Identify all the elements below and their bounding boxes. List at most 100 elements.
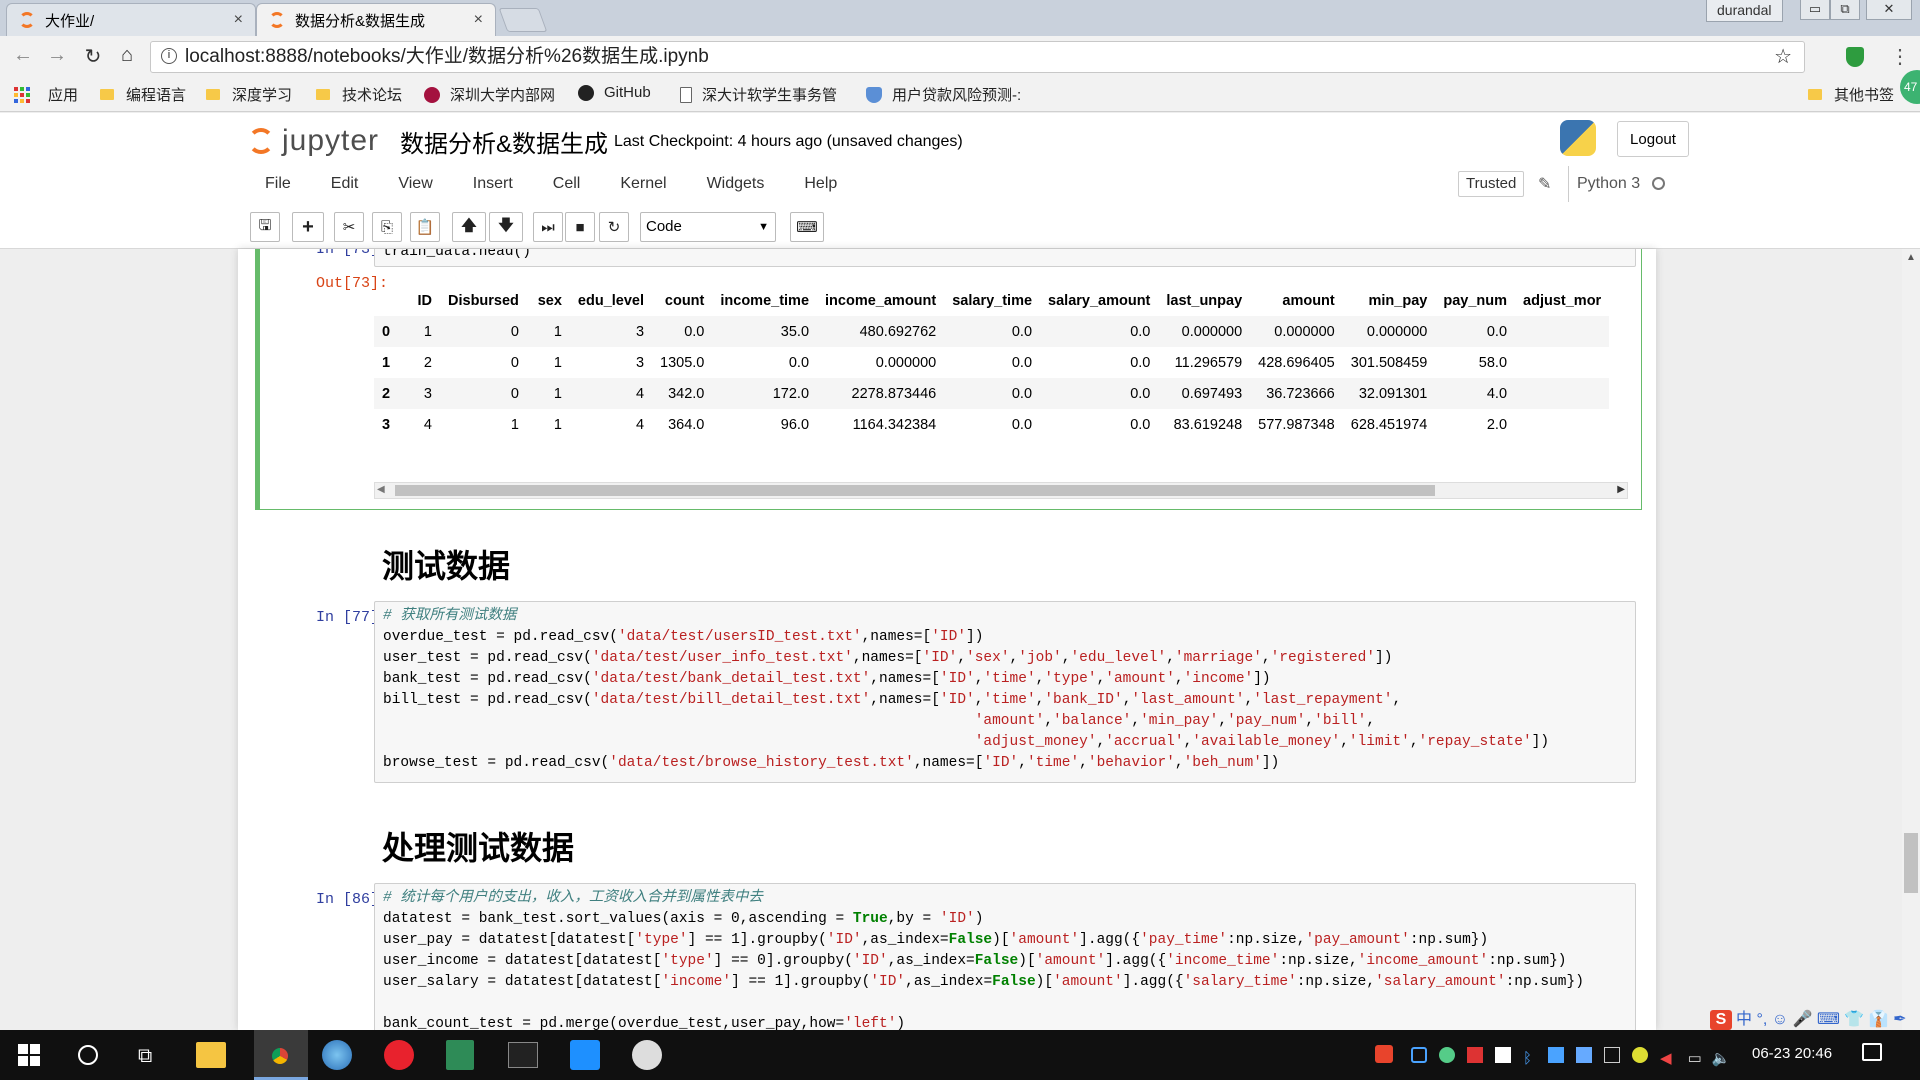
volume-icon[interactable]: 🔈 (1712, 1050, 1735, 1067)
logout-button[interactable]: Logout (1617, 121, 1689, 157)
table-cell: 0.000000 (1274, 323, 1335, 340)
restart-icon[interactable]: ↻ (599, 212, 629, 242)
cut-icon[interactable]: ✂ (334, 212, 364, 242)
chrome-icon[interactable] (264, 1040, 296, 1072)
page-scrollbar-thumb[interactable] (1904, 833, 1918, 893)
scroll-left-icon[interactable]: ◀ (377, 484, 385, 495)
save-icon[interactable]: 🖫 (250, 212, 280, 242)
scroll-up-icon[interactable]: ▲ (1906, 252, 1916, 263)
taskbar-clock[interactable]: 06-23 20:46 (1752, 1045, 1832, 1062)
bookmark-label: 应用 (48, 87, 79, 104)
table-cell: 1 (510, 416, 519, 433)
keyboard-icon[interactable]: ⌨ (790, 212, 824, 242)
column-header: ID (417, 292, 433, 309)
copy-icon[interactable]: ⎘ (372, 212, 402, 242)
update-tray-icon[interactable] (1632, 1047, 1649, 1063)
system-tray-icons[interactable]: ᛒ ◀ ▭ 🔈 (1375, 1045, 1734, 1067)
close-tab-icon[interactable]: × (474, 11, 483, 29)
page-scrollbar[interactable] (1902, 249, 1920, 1030)
chat-tray-icon[interactable] (1576, 1047, 1593, 1063)
netease-music-icon[interactable] (384, 1040, 414, 1070)
qq-tray-icon[interactable] (1548, 1047, 1565, 1063)
chevron-down-icon: ▼ (758, 221, 769, 233)
insert-cell-icon[interactable]: + (292, 212, 324, 242)
tab-dazuoye[interactable]: 大作业/ × (6, 3, 256, 36)
table-cell (1515, 409, 1609, 435)
scrollbar-thumb[interactable] (395, 485, 1435, 496)
tab-notebook[interactable]: 数据分析&数据生成 × (256, 3, 496, 36)
bookmark-star-icon[interactable]: ☆ (1774, 42, 1792, 72)
profile-button[interactable]: durandal (1706, 0, 1783, 22)
interrupt-icon[interactable]: ■ (565, 212, 595, 242)
cortana-search-icon[interactable] (78, 1045, 98, 1065)
table-cell: 3 (423, 385, 432, 402)
bookmark-deep-learning[interactable]: 深度学习 (206, 84, 292, 105)
bookmark-apps[interactable]: 应用 (14, 84, 78, 105)
notebook-container: In [73]: train_data.head() Out[73]: ID Di… (238, 249, 1656, 1030)
terminal-icon[interactable] (508, 1042, 538, 1068)
menu-view[interactable]: View (373, 166, 447, 202)
move-up-icon[interactable]: 🡅 (452, 212, 486, 242)
code-input[interactable]: train_data.head() (374, 249, 1636, 267)
windows-start-icon[interactable] (18, 1044, 40, 1066)
menu-file[interactable]: File (250, 166, 306, 202)
bookmark-others[interactable]: 其他书签 (1808, 84, 1894, 105)
new-tab-button[interactable] (498, 8, 548, 32)
antivirus-tray-icon[interactable] (1467, 1047, 1483, 1063)
bookmark-student-affairs[interactable]: 深大计软学生事务管 (680, 84, 837, 105)
bluetooth-icon[interactable]: ᛒ (1523, 1050, 1536, 1067)
close-tab-icon[interactable]: × (234, 11, 243, 29)
move-down-icon[interactable]: 🡇 (489, 212, 523, 242)
spreadsheet-app-icon[interactable] (446, 1040, 474, 1070)
menu-edit[interactable]: Edit (306, 166, 374, 202)
task-view-icon[interactable]: ⧉ (138, 1045, 152, 1068)
sogou-tray-icon[interactable] (1375, 1045, 1393, 1063)
file-explorer-icon[interactable] (196, 1042, 226, 1068)
bookmark-loan-risk[interactable]: 用户贷款风险预测-: (866, 84, 1021, 105)
cloud-tray-icon[interactable] (1411, 1047, 1427, 1063)
info-icon[interactable]: i (161, 48, 177, 64)
wechat-tray-icon[interactable] (1495, 1047, 1511, 1063)
menu-kernel[interactable]: Kernel (595, 166, 681, 202)
bookmark-programming[interactable]: 编程语言 (100, 84, 186, 105)
minimize-icon[interactable]: ▭ (1800, 0, 1830, 20)
bookmark-github[interactable]: GitHub (578, 84, 651, 101)
bookmark-tech-forum[interactable]: 技术论坛 (316, 84, 402, 105)
scroll-right-icon[interactable]: ▶ (1617, 484, 1625, 495)
menu-insert[interactable]: Insert (448, 166, 528, 202)
reload-icon[interactable]: ↻ (80, 44, 106, 69)
menu-help[interactable]: Help (779, 166, 852, 202)
restore-icon[interactable]: ⧉ (1830, 0, 1860, 20)
ime-toolbar[interactable]: S中 °, ☺ 🎤 ⌨ 👕 👔 ✒ (1710, 1005, 1907, 1030)
table-cell: 172.0 (772, 385, 810, 402)
jupyter-logo[interactable]: jupyter (248, 124, 379, 158)
action-center-icon[interactable] (1862, 1043, 1882, 1061)
display-tray-icon[interactable] (1604, 1047, 1621, 1063)
home-icon[interactable]: ⌂ (114, 44, 140, 67)
bookmark-szu-intranet[interactable]: 深圳大学内部网 (424, 84, 555, 105)
close-window-icon[interactable]: ✕ (1866, 0, 1912, 20)
extension-shield-icon[interactable] (1846, 47, 1864, 67)
network-tray-icon[interactable] (1439, 1047, 1455, 1063)
notebook-title[interactable]: 数据分析&数据生成 (400, 124, 608, 159)
menu-widgets[interactable]: Widgets (682, 166, 780, 202)
forward-icon[interactable]: → (44, 44, 70, 67)
paste-icon[interactable]: 📋 (410, 212, 440, 242)
back-icon[interactable]: ← (10, 44, 36, 67)
wps-icon[interactable] (570, 1040, 600, 1070)
avatar-app-icon[interactable] (632, 1040, 662, 1070)
menu-cell[interactable]: Cell (528, 166, 596, 202)
menu-icon[interactable]: ⋮ (1890, 44, 1910, 69)
cell-type-select[interactable]: Code ▼ (640, 212, 776, 242)
code-input[interactable]: # 获取所有测试数据 overdue_test = pd.read_csv('d… (374, 601, 1636, 783)
globe-browser-icon[interactable] (322, 1040, 352, 1070)
horizontal-scrollbar[interactable]: ◀ ▶ (374, 482, 1628, 499)
trusted-indicator[interactable]: Trusted (1458, 171, 1525, 197)
run-icon[interactable]: ⏭ (533, 212, 563, 242)
github-icon (578, 84, 594, 101)
battery-icon[interactable]: ▭ (1688, 1050, 1706, 1067)
table-cell: 1 (553, 354, 562, 371)
code-input[interactable]: # 统计每个用户的支出，收入，工资收入合并到属性表中去 datatest = b… (374, 883, 1636, 1030)
address-bar[interactable]: i localhost:8888/notebooks/大作业/数据分析%26数据… (150, 41, 1805, 73)
alert-tray-icon[interactable]: ◀ (1660, 1050, 1676, 1067)
